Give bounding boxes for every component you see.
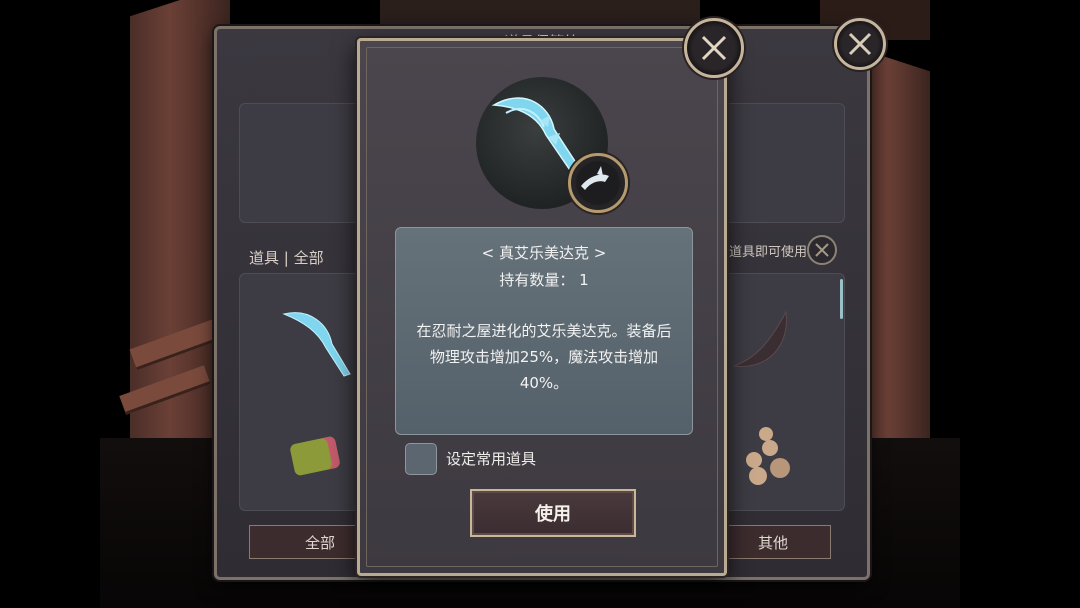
favorite-item-checkbox[interactable] (405, 443, 437, 475)
inventory-tab-label[interactable]: 道具 | 全部 (249, 247, 324, 268)
storage-close-button[interactable] (834, 18, 886, 70)
dialog-close-button[interactable] (684, 18, 744, 78)
inventory-item-roll[interactable] (289, 435, 341, 477)
item-description-box: < 真艾乐美达克 > 持有数量： 1 在忍耐之屋进化的艾乐美达克。装备后物理攻击… (395, 227, 693, 435)
tab-other[interactable]: 其他 (715, 525, 831, 559)
item-description: 在忍耐之屋进化的艾乐美达克。装备后物理攻击增加25%，魔法攻击增加40%。 (416, 322, 672, 392)
item-badge (568, 153, 628, 213)
inventory-item-horn[interactable] (726, 308, 796, 382)
item-detail-dialog: < 真艾乐美达克 > 持有数量： 1 在忍耐之屋进化的艾乐美达克。装备后物理攻击… (357, 38, 727, 576)
shark-badge-icon (581, 166, 609, 190)
item-name: < 真艾乐美达克 > (481, 244, 607, 262)
inventory-item-bone[interactable] (736, 424, 796, 498)
inventory-item-scythe[interactable] (280, 304, 360, 388)
use-button[interactable]: 使用 (470, 489, 636, 537)
right-wall (860, 48, 930, 492)
favorite-item-label[interactable]: 设定常用道具 (446, 448, 536, 469)
item-quantity: 持有数量： 1 (499, 271, 589, 289)
close-x-icon (701, 35, 727, 61)
filter-toggle-icon[interactable] (807, 235, 837, 265)
inventory-scrollbar[interactable] (840, 279, 843, 319)
close-x-icon (848, 32, 872, 56)
